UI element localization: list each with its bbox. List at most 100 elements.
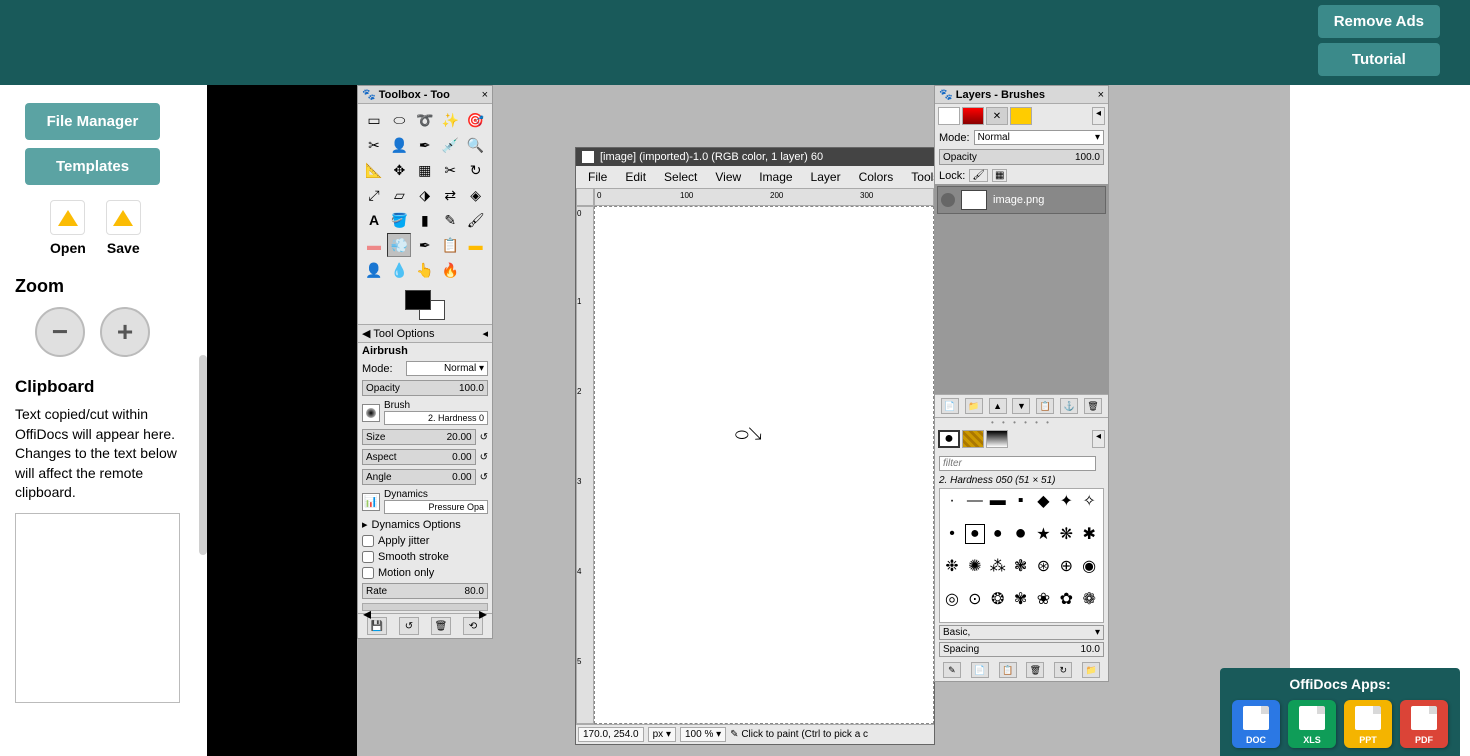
layer-group-icon[interactable]: 📁: [965, 398, 983, 414]
anchor-layer-icon[interactable]: ⚓: [1060, 398, 1078, 414]
save-action[interactable]: Save: [106, 200, 141, 256]
brush-item[interactable]: ✿: [1056, 589, 1076, 609]
menu-colors[interactable]: Colors: [851, 168, 902, 186]
menu-file[interactable]: File: [580, 168, 615, 186]
channels-tab-icon[interactable]: [962, 107, 984, 125]
layer-mode-select[interactable]: Normal ▾: [974, 130, 1104, 145]
layer-down-icon[interactable]: ▼: [1012, 398, 1030, 414]
brush-item-selected[interactable]: ●: [965, 524, 985, 544]
perspective-tool[interactable]: ⬗: [413, 183, 437, 207]
toolbox-h-scrollbar[interactable]: ◂▸: [362, 603, 488, 611]
ink-tool[interactable]: ✒: [413, 233, 437, 257]
ruler-vertical[interactable]: 0 1 2 3 4 5: [576, 206, 594, 724]
bucket-fill-tool[interactable]: 🪣: [387, 208, 411, 232]
smooth-stroke-checkbox[interactable]: [362, 551, 374, 563]
duplicate-brush-icon[interactable]: 📋: [999, 662, 1017, 678]
airbrush-tool[interactable]: 💨: [387, 233, 411, 257]
menu-image[interactable]: Image: [751, 168, 800, 186]
panel-drag-handle[interactable]: • • • • • •: [935, 418, 1108, 427]
aspect-slider[interactable]: Aspect 0.00: [362, 449, 476, 465]
file-manager-button[interactable]: File Manager: [25, 103, 160, 140]
zoom-in-button[interactable]: +: [100, 307, 150, 357]
tool-options-menu-icon[interactable]: ◂: [482, 327, 488, 340]
brush-item[interactable]: ❋: [1056, 524, 1076, 544]
app-pdf[interactable]: PDF: [1400, 700, 1448, 748]
brush-item[interactable]: ⁂: [988, 556, 1008, 576]
brush-item[interactable]: ⊙: [965, 589, 985, 609]
app-doc[interactable]: DOC: [1232, 700, 1280, 748]
brush-item[interactable]: —: [965, 491, 985, 511]
measure-tool[interactable]: 📐: [362, 158, 386, 182]
new-layer-icon[interactable]: 📄: [941, 398, 959, 414]
sidebar-scrollbar[interactable]: [199, 355, 207, 555]
delete-layer-icon[interactable]: 🗑: [1084, 398, 1102, 414]
delete-brush-icon[interactable]: 🗑: [1026, 662, 1044, 678]
brush-select[interactable]: 2. Hardness 0: [384, 411, 488, 425]
dynamics-icon[interactable]: 📊: [362, 493, 380, 511]
color-swatches[interactable]: [405, 290, 445, 320]
brush-item[interactable]: ❀: [1033, 589, 1053, 609]
tutorial-button[interactable]: Tutorial: [1318, 43, 1440, 76]
status-unit-select[interactable]: px ▾: [648, 727, 676, 742]
templates-button[interactable]: Templates: [25, 148, 160, 185]
layer-up-icon[interactable]: ▲: [989, 398, 1007, 414]
new-brush-icon[interactable]: 📄: [971, 662, 989, 678]
fg-color-swatch[interactable]: [405, 290, 431, 310]
brush-item[interactable]: ❉: [942, 556, 962, 576]
canvas[interactable]: ⬭↘: [594, 206, 934, 724]
crop-tool[interactable]: ✂: [438, 158, 462, 182]
clipboard-textarea[interactable]: [15, 513, 180, 703]
brush-item[interactable]: ✧: [1079, 491, 1099, 511]
align-tool[interactable]: ▦: [413, 158, 437, 182]
brush-item[interactable]: ·: [942, 491, 962, 511]
layer-visibility-icon[interactable]: [941, 193, 955, 207]
menu-view[interactable]: View: [707, 168, 749, 186]
text-tool[interactable]: A: [362, 208, 386, 232]
color-picker-tool[interactable]: 💉: [438, 133, 462, 157]
scale-tool[interactable]: ⤢: [362, 183, 386, 207]
blur-tool[interactable]: 💧: [387, 258, 411, 282]
open-brush-folder-icon[interactable]: 📁: [1082, 662, 1100, 678]
brush-preset-select[interactable]: Basic,▾: [939, 625, 1104, 640]
pencil-tool[interactable]: ✎: [438, 208, 462, 232]
flip-tool[interactable]: ⇄: [438, 183, 462, 207]
angle-slider[interactable]: Angle 0.00: [362, 469, 476, 485]
foreground-select-tool[interactable]: 👤: [387, 133, 411, 157]
undo-tab-icon[interactable]: [1010, 107, 1032, 125]
opacity-slider[interactable]: Opacity 100.0: [362, 380, 488, 396]
cage-tool[interactable]: ◈: [464, 183, 488, 207]
restore-preset-icon[interactable]: ↺: [399, 617, 419, 635]
free-select-tool[interactable]: ➰: [413, 108, 437, 132]
perspective-clone-tool[interactable]: 👤: [362, 258, 386, 282]
menu-select[interactable]: Select: [656, 168, 705, 186]
blend-tool[interactable]: ▮: [413, 208, 437, 232]
ruler-corner[interactable]: [576, 188, 594, 206]
brush-item[interactable]: ▬: [988, 491, 1008, 511]
brush-item[interactable]: ●: [988, 524, 1008, 544]
dynamics-options-expander[interactable]: ▸Dynamics Options: [358, 516, 492, 533]
toolbox-close-icon[interactable]: ×: [482, 89, 488, 101]
zoom-tool[interactable]: 🔍: [464, 133, 488, 157]
brush-filter-input[interactable]: [939, 456, 1096, 471]
brush-item[interactable]: ◉: [1079, 556, 1099, 576]
mode-select[interactable]: Normal ▾: [406, 361, 488, 376]
app-ppt[interactable]: PPT: [1344, 700, 1392, 748]
brushes-menu-icon[interactable]: ◂: [1092, 430, 1105, 448]
brush-item[interactable]: ❁: [1079, 589, 1099, 609]
lock-pixels-icon[interactable]: 🖌: [969, 169, 988, 182]
zoom-out-button[interactable]: −: [35, 307, 85, 357]
eraser-tool[interactable]: ▬: [362, 233, 386, 257]
brush-item[interactable]: ✱: [1079, 524, 1099, 544]
rect-select-tool[interactable]: ▭: [362, 108, 386, 132]
size-slider[interactable]: Size 20.00: [362, 429, 476, 445]
scissors-tool[interactable]: ✂: [362, 133, 386, 157]
paintbrush-tool[interactable]: 🖌: [464, 208, 488, 232]
edit-brush-icon[interactable]: ✎: [943, 662, 961, 678]
brush-item[interactable]: ✺: [965, 556, 985, 576]
aspect-reset-icon[interactable]: ↺: [480, 452, 488, 463]
paths-tab-icon[interactable]: ✕: [986, 107, 1008, 125]
smudge-tool[interactable]: 👆: [413, 258, 437, 282]
patterns-tab-icon[interactable]: [962, 430, 984, 448]
paths-tool[interactable]: ✒: [413, 133, 437, 157]
brush-item[interactable]: ◆: [1033, 491, 1053, 511]
